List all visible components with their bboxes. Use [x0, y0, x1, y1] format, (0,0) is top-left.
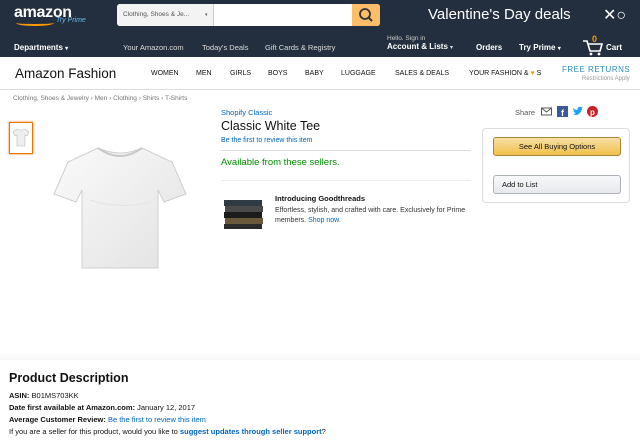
search-category-select[interactable]: Clothing, Shoes & Je... ▾ — [117, 4, 214, 26]
facebook-share-icon[interactable]: f — [557, 106, 568, 117]
see-all-buying-options-button[interactable]: See All Buying Options — [493, 137, 621, 156]
first-review-link[interactable]: Be the first to review this item — [221, 137, 312, 144]
top-nav: amazon Try Prime Clothing, Shoes & Je...… — [0, 0, 640, 33]
seller-suffix: ? — [321, 427, 326, 436]
goodthreads-text: Effortless, stylish, and crafted with ca… — [275, 206, 470, 226]
date-value: January 12, 2017 — [137, 403, 196, 412]
fashion-nav-your-fashion[interactable]: YOUR FASHION & ♥ S — [469, 70, 541, 77]
your-amazon-link[interactable]: Your Amazon.com — [123, 43, 184, 52]
breadcrumb[interactable]: Clothing, Shoes & Jewelry › Men › Clothi… — [13, 95, 187, 102]
twitter-share-icon[interactable] — [572, 106, 583, 117]
account-lists-label: Account & Lists — [387, 42, 448, 51]
brand-link[interactable]: Shopify Classic — [221, 108, 272, 117]
white-tshirt-image — [53, 147, 187, 269]
product-thumbnail[interactable] — [9, 122, 33, 154]
section-divider — [0, 352, 640, 360]
date-label: Date first available at Amazon.com: — [9, 403, 136, 412]
shop-now-link[interactable]: Shop now. — [308, 217, 341, 224]
xo-hearts-icon: ✕○ — [603, 7, 627, 24]
departments-menu[interactable]: Departments ▾ — [14, 43, 68, 52]
fashion-subnav: Amazon Fashion WOMEN MEN GIRLS BOYS BABY… — [0, 57, 640, 90]
amazon-logo[interactable]: amazon Try Prime — [14, 4, 86, 26]
todays-deals-link[interactable]: Today's Deals — [202, 43, 248, 52]
product-main-image[interactable] — [50, 140, 190, 274]
cart-label: Cart — [606, 43, 623, 52]
review-label: Average Customer Review: — [9, 415, 106, 424]
fashion-nav-men[interactable]: MEN — [196, 70, 212, 77]
suggest-updates-link[interactable]: suggest updates through seller support — [180, 427, 322, 436]
chevron-down-icon: ▾ — [65, 46, 69, 52]
account-lists-menu[interactable]: Hello. Sign in Account & Lists ▾ — [387, 35, 453, 51]
amazon-fashion-title[interactable]: Amazon Fashion — [15, 66, 116, 81]
tshirt-thumbnail-image — [12, 128, 30, 147]
search-category-label: Clothing, Shoes & Je... — [123, 11, 190, 18]
search-button[interactable] — [352, 4, 380, 26]
pinterest-share-icon[interactable]: p — [587, 106, 598, 117]
logo-smile-icon — [16, 20, 54, 26]
goodthreads-description: Effortless, stylish, and crafted with ca… — [275, 207, 466, 224]
free-returns-link[interactable]: FREE RETURNS — [562, 65, 630, 74]
hello-sign-in: Hello. Sign in — [387, 35, 426, 42]
folded-clothes-image — [224, 200, 263, 229]
try-prime-label: Try Prime — [519, 43, 556, 52]
your-fashion-label: YOUR FASHION & — [469, 70, 529, 77]
cart-count: 0 — [592, 34, 598, 44]
fashion-nav-boys[interactable]: BOYS — [268, 70, 287, 77]
bottom-nav: Departments ▾ Your Amazon.com Today's De… — [0, 33, 640, 57]
orders-link[interactable]: Orders — [476, 43, 502, 52]
fashion-nav-sales-deals[interactable]: SALES & DEALS — [395, 70, 449, 77]
chevron-down-icon: ▾ — [205, 12, 208, 18]
share-label: Share — [515, 108, 536, 117]
seller-prefix: If you are a seller for this product, wo… — [9, 427, 178, 436]
asin-label: ASIN: — [9, 391, 30, 400]
search-bar: Clothing, Shoes & Je... ▾ — [117, 4, 380, 26]
cart-link[interactable]: 0 Cart — [582, 34, 628, 56]
fashion-nav-baby[interactable]: BABY — [305, 70, 324, 77]
valentines-promo-link[interactable]: Valentine's Day deals — [428, 6, 571, 23]
departments-label: Departments — [14, 43, 63, 52]
date-available-row: Date first available at Amazon.com: Janu… — [9, 403, 195, 412]
restrictions-apply: Restrictions Apply — [582, 76, 630, 82]
divider — [221, 180, 471, 181]
email-share-icon[interactable] — [541, 106, 552, 117]
your-fashion-suffix: S — [536, 70, 542, 77]
product-description-heading: Product Description — [9, 371, 129, 385]
product-title: Classic White Tee — [221, 119, 321, 133]
try-prime-link[interactable]: Try Prime — [56, 17, 86, 24]
chevron-down-icon: ▾ — [557, 46, 561, 52]
fashion-nav-luggage[interactable]: LUGGAGE — [341, 70, 376, 77]
search-input[interactable] — [214, 4, 352, 26]
svg-text:p: p — [590, 108, 595, 117]
availability-link[interactable]: Available from these sellers. — [221, 157, 340, 168]
divider — [221, 150, 471, 151]
heart-icon: ♥ — [530, 70, 535, 77]
try-prime-menu[interactable]: Try Prime ▾ — [519, 43, 561, 52]
buy-box: See All Buying Options Add to List — [482, 128, 630, 203]
add-to-list-button[interactable]: Add to List — [493, 175, 621, 194]
fashion-nav-women[interactable]: WOMEN — [151, 70, 179, 77]
goodthreads-title: Introducing Goodthreads — [275, 194, 365, 203]
review-link[interactable]: Be the first to review this item — [108, 415, 206, 424]
fashion-nav-girls[interactable]: GIRLS — [230, 70, 251, 77]
seller-support-row: If you are a seller for this product, wo… — [9, 427, 326, 436]
asin-value: B01MS703KK — [31, 391, 79, 400]
goodthreads-image[interactable] — [222, 198, 266, 230]
asin-row: ASIN: B01MS703KK — [9, 391, 79, 400]
average-review-row: Average Customer Review: Be the first to… — [9, 415, 206, 424]
search-icon — [359, 8, 373, 22]
gift-cards-link[interactable]: Gift Cards & Registry — [265, 43, 335, 52]
chevron-down-icon: ▾ — [450, 45, 454, 51]
